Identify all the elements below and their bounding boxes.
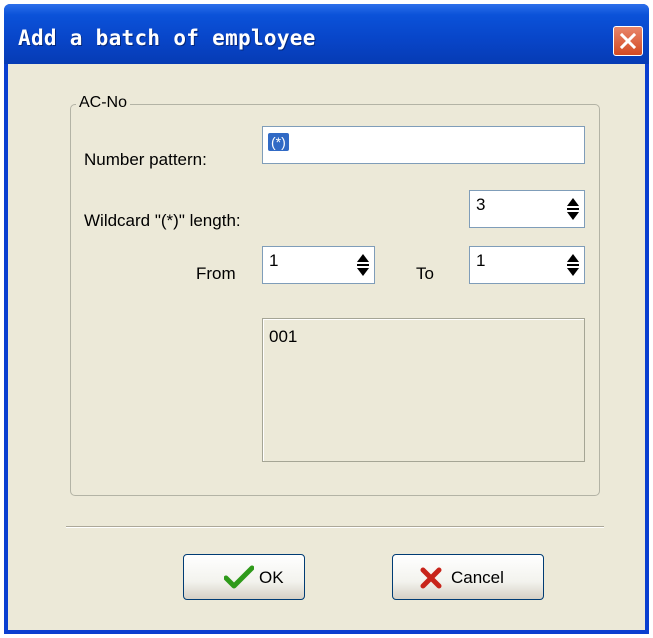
title-bar[interactable]: Add a batch of employee	[4, 4, 649, 64]
spin-arrows-icon[interactable]	[355, 250, 371, 280]
from-label: From	[196, 264, 236, 283]
wildcard-length-value: 3	[476, 195, 486, 214]
groupbox-title: AC-No	[76, 94, 131, 112]
list-item[interactable]: 001	[269, 327, 297, 347]
wildcard-length-label: Wildcard "(*)" length:	[84, 211, 241, 230]
close-icon	[619, 32, 637, 50]
close-button[interactable]	[613, 26, 643, 56]
window-title: Add a batch of employee	[18, 26, 316, 50]
spin-arrows-icon[interactable]	[565, 194, 581, 224]
to-label: To	[416, 264, 434, 283]
cancel-label: Cancel	[451, 568, 504, 587]
x-icon	[420, 567, 442, 589]
ok-label: OK	[259, 568, 284, 587]
from-spinner[interactable]: 1	[262, 246, 375, 284]
dialog-client-area: AC-No Number pattern: (*) Wildcard "(*)"…	[8, 64, 645, 630]
number-pattern-label: Number pattern:	[84, 150, 207, 169]
preview-listbox[interactable]: 001	[262, 318, 585, 462]
dialog-window: Add a batch of employee AC-No Number pat…	[4, 4, 649, 634]
cancel-button[interactable]: Cancel	[392, 554, 544, 600]
checkmark-icon	[224, 565, 254, 589]
ok-button[interactable]: OK	[183, 554, 305, 600]
to-value: 1	[476, 251, 486, 270]
number-pattern-input[interactable]: (*)	[262, 126, 585, 164]
number-pattern-value: (*)	[268, 133, 289, 151]
from-value: 1	[269, 251, 279, 270]
spin-arrows-icon[interactable]	[565, 250, 581, 280]
to-spinner[interactable]: 1	[469, 246, 585, 284]
wildcard-length-spinner[interactable]: 3	[469, 190, 585, 228]
divider-highlight	[66, 527, 604, 528]
